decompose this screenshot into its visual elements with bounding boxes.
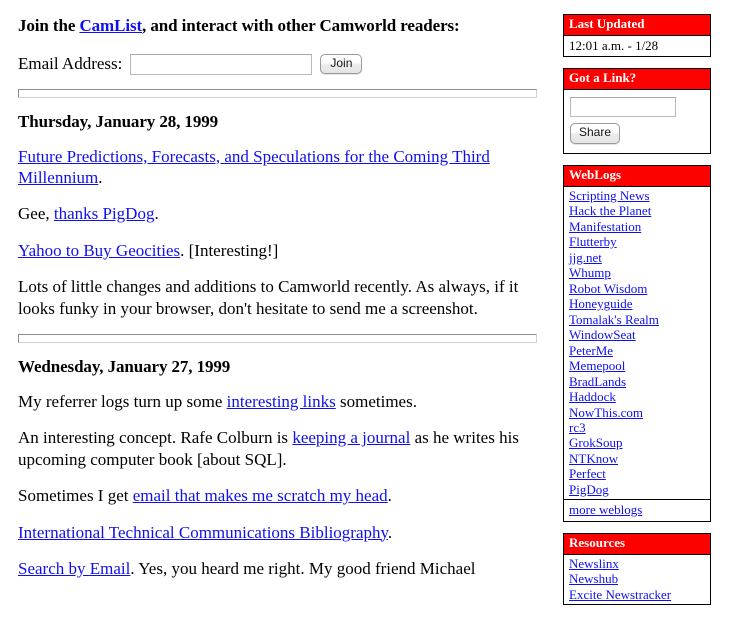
resource-link[interactable]: Excite Newstracker xyxy=(569,587,705,602)
weblog-link[interactable]: Scripting News xyxy=(569,188,705,203)
entry-paragraph: An interesting concept. Rafe Colburn is … xyxy=(18,427,546,470)
join-button[interactable]: Join xyxy=(320,53,363,75)
main-content-column: Join the CamList, and interact with othe… xyxy=(0,0,560,594)
entry-link[interactable]: keeping a journal xyxy=(292,428,410,447)
entry-paragraph: Yahoo to Buy Geocities. [Interesting!] xyxy=(18,240,546,261)
weblog-link[interactable]: Tomalak's Realm xyxy=(569,312,705,327)
paragraph-post-text: . xyxy=(387,522,393,542)
weblog-link[interactable]: Manifestation xyxy=(569,219,705,234)
paragraph-post-text: . [Interesting!] xyxy=(180,240,279,260)
join-heading-pre: Join the xyxy=(18,16,80,35)
entry-date-heading: Wednesday, January 27, 1999 xyxy=(18,356,231,376)
entry-link[interactable]: International Technical Communications B… xyxy=(18,523,388,542)
entry-paragraph: Gee, thanks PigDog. xyxy=(18,203,546,224)
entry-link[interactable]: Future Predictions, Forecasts, and Specu… xyxy=(18,147,490,187)
panel-last-updated: Last Updated 12:01 a.m. - 1/28 xyxy=(563,14,711,58)
paragraph-pre-text: Lots of little changes and additions to … xyxy=(18,277,519,318)
panel-got-a-link: Got a Link? Share xyxy=(563,68,711,154)
resource-link[interactable]: Newslinx xyxy=(569,556,705,571)
weblog-link[interactable]: GrokSoup xyxy=(569,435,705,450)
entry-paragraph: Future Predictions, Forecasts, and Specu… xyxy=(18,146,546,189)
weblog-link[interactable]: rc3 xyxy=(569,420,705,435)
page-root: Join the CamList, and interact with othe… xyxy=(0,0,731,634)
paragraph-pre-text: Sometimes I get xyxy=(18,486,133,506)
weblog-link[interactable]: NTKnow xyxy=(569,451,705,466)
weblog-link[interactable]: Flutterby xyxy=(569,234,705,249)
weblogs-link-list: Scripting News Hack the Planet Manifesta… xyxy=(564,187,710,499)
weblog-link[interactable]: NowThis.com xyxy=(569,405,705,420)
weblog-link[interactable]: Honeyguide xyxy=(569,296,705,311)
entry-link[interactable]: Yahoo to Buy Geocities xyxy=(18,241,180,260)
paragraph-post-text: sometimes. xyxy=(335,391,417,411)
entry-block-thursday: Thursday, January 28, 1999 Future Predic… xyxy=(18,112,546,319)
last-updated-value: 12:01 a.m. - 1/28 xyxy=(569,37,659,53)
entry-paragraph: Sometimes I get email that makes me scra… xyxy=(18,485,546,506)
weblog-link[interactable]: Haddock xyxy=(569,389,705,404)
entry-link[interactable]: thanks PigDog xyxy=(54,204,155,223)
weblog-link[interactable]: Whump xyxy=(569,265,705,280)
panel-title-weblogs: WebLogs xyxy=(564,166,710,187)
weblog-link[interactable]: PeterMe xyxy=(569,343,705,358)
paragraph-pre-text: My referrer logs turn up some xyxy=(18,391,227,411)
entry-paragraph: Lots of little changes and additions to … xyxy=(18,276,546,319)
entry-block-wednesday: Wednesday, January 27, 1999 My referrer … xyxy=(18,357,546,579)
more-weblogs-row: more weblogs xyxy=(564,499,710,520)
paragraph-post-text: . xyxy=(98,167,103,187)
more-weblogs-link[interactable]: more weblogs xyxy=(569,502,705,517)
email-address-label: Email Address: xyxy=(18,54,123,74)
paragraph-pre-text: An interesting concept. Rafe Colburn is xyxy=(18,428,293,448)
sidebar: Last Updated 12:01 a.m. - 1/28 Got a Lin… xyxy=(563,14,711,616)
paragraph-post-text: . xyxy=(154,204,159,224)
join-camlist-heading: Join the CamList, and interact with othe… xyxy=(18,16,546,36)
panel-title-last-updated: Last Updated xyxy=(564,15,710,36)
weblog-link[interactable]: Perfect xyxy=(569,466,705,481)
entry-paragraph: My referrer logs turn up some interestin… xyxy=(18,391,546,412)
weblog-link[interactable]: Hack the Planet xyxy=(569,203,705,218)
join-heading-post: , and interact with other Camworld reade… xyxy=(142,16,460,35)
share-link-input[interactable] xyxy=(570,97,676,118)
panel-weblogs: WebLogs Scripting News Hack the Planet M… xyxy=(563,165,711,522)
paragraph-post-text: . xyxy=(387,486,392,506)
panel-title-resources: Resources xyxy=(564,533,710,555)
weblog-link[interactable]: WindowSeat xyxy=(569,327,705,342)
panel-resources: Resources Newslinx Newshub Excite Newstr… xyxy=(563,532,711,606)
share-link-form: Share xyxy=(564,90,710,153)
weblog-link[interactable]: BradLands xyxy=(569,374,705,389)
weblog-link[interactable]: jjg.net xyxy=(569,250,705,265)
weblog-link[interactable]: Memepool xyxy=(569,358,705,373)
entry-date-heading: Thursday, January 28, 1999 xyxy=(18,111,219,131)
entry-paragraph: Search by Email. Yes, you heard me right… xyxy=(18,558,546,579)
section-divider-2 xyxy=(18,333,537,343)
share-button[interactable]: Share xyxy=(570,123,621,144)
entry-link[interactable]: email that makes me scratch my head xyxy=(133,486,388,505)
entry-link[interactable]: interesting links xyxy=(227,392,336,411)
resource-link[interactable]: Newshub xyxy=(569,571,705,586)
camlist-link[interactable]: CamList xyxy=(79,16,142,35)
email-input[interactable] xyxy=(130,53,313,75)
weblog-link[interactable]: Robot Wisdom xyxy=(569,281,705,296)
entry-paragraph: International Technical Communications B… xyxy=(18,522,546,543)
weblog-link[interactable]: PigDog xyxy=(569,482,705,497)
panel-title-got-a-link: Got a Link? xyxy=(564,69,710,91)
resources-link-list: Newslinx Newshub Excite Newstracker xyxy=(564,555,710,604)
section-divider-1 xyxy=(18,88,537,98)
entry-link[interactable]: Search by Email xyxy=(18,559,130,578)
email-signup-form: Email Address: Join xyxy=(18,53,546,75)
paragraph-post-text: . Yes, you heard me right. My good frien… xyxy=(130,559,476,579)
paragraph-pre-text: Gee, xyxy=(18,204,54,224)
